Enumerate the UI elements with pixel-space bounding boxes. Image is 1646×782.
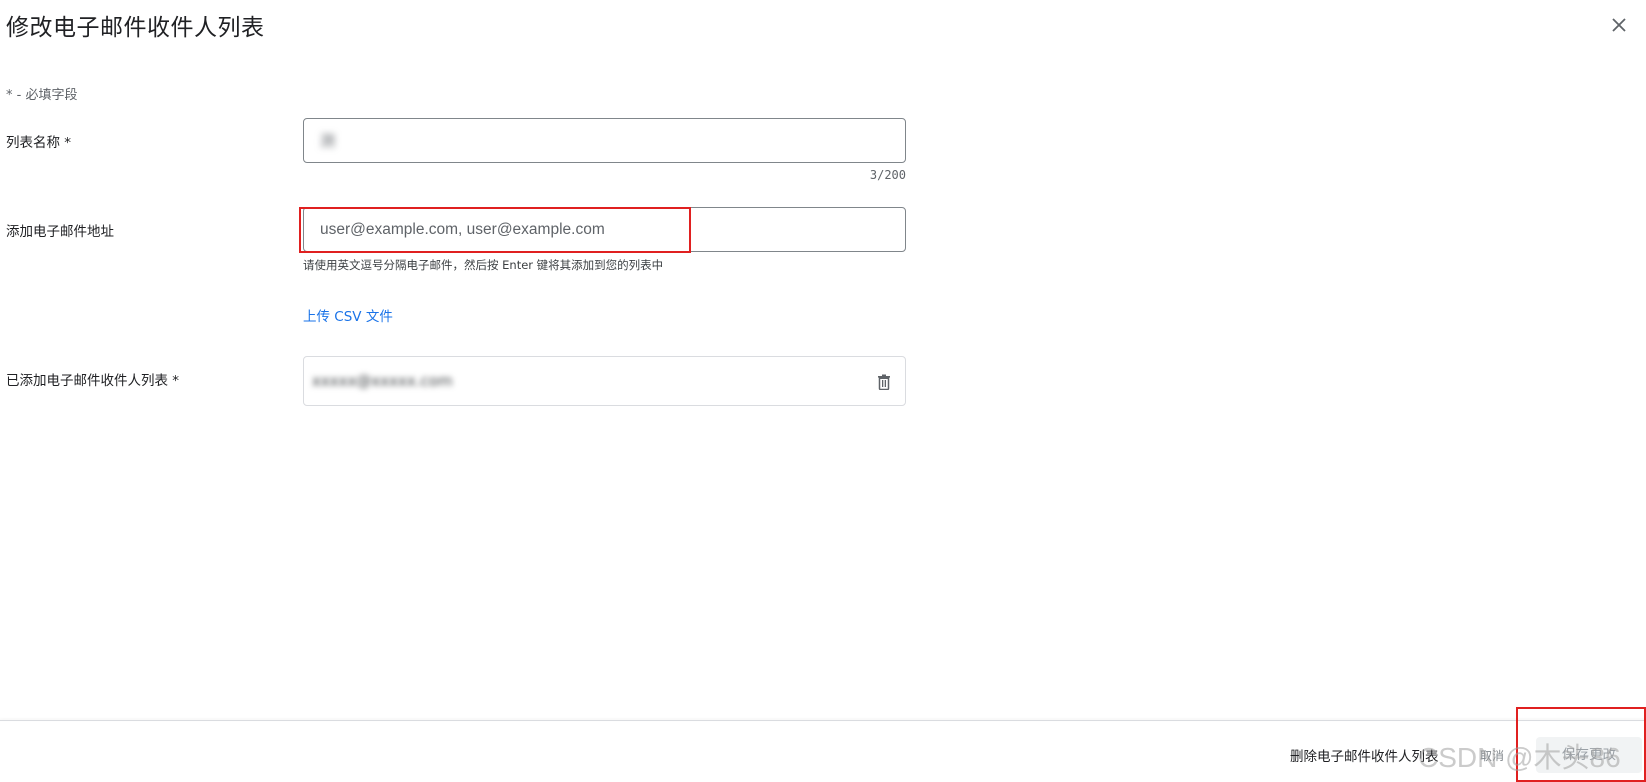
add-email-helper-text: 请使用英文逗号分隔电子邮件，然后按 Enter 键将其添加到您的列表中 (303, 258, 664, 272)
save-changes-button[interactable]: 保存更改 (1536, 737, 1642, 773)
close-button[interactable] (1604, 10, 1634, 40)
list-name-value: 测 (320, 132, 336, 150)
trash-icon (878, 374, 890, 390)
delete-list-button[interactable]: 删除电子邮件收件人列表 (1290, 745, 1439, 765)
added-recipients-list: xxxxx@xxxxx.com (303, 356, 906, 406)
added-recipients-label: 已添加电子邮件收件人列表 * (6, 373, 180, 389)
recipient-item: xxxxx@xxxxx.com (312, 372, 453, 390)
close-icon (1612, 18, 1626, 32)
add-email-label: 添加电子邮件地址 (6, 224, 114, 240)
add-email-input[interactable] (304, 208, 905, 251)
delete-recipient-button[interactable] (872, 370, 896, 394)
add-email-field[interactable] (303, 207, 906, 252)
upload-csv-link[interactable]: 上传 CSV 文件 (303, 305, 393, 325)
list-name-field[interactable]: 测 (303, 118, 906, 163)
cancel-button[interactable]: 取消 (1480, 747, 1504, 764)
edit-recipient-list-dialog: 修改电子邮件收件人列表 * - 必填字段 列表名称 * 测 3/200 添加电子… (0, 0, 1646, 782)
list-name-label: 列表名称 * (6, 135, 72, 151)
footer-divider (0, 720, 1646, 721)
list-name-char-counter: 3/200 (869, 168, 906, 182)
required-fields-note: * - 必填字段 (6, 88, 78, 103)
dialog-title: 修改电子邮件收件人列表 (6, 15, 265, 41)
